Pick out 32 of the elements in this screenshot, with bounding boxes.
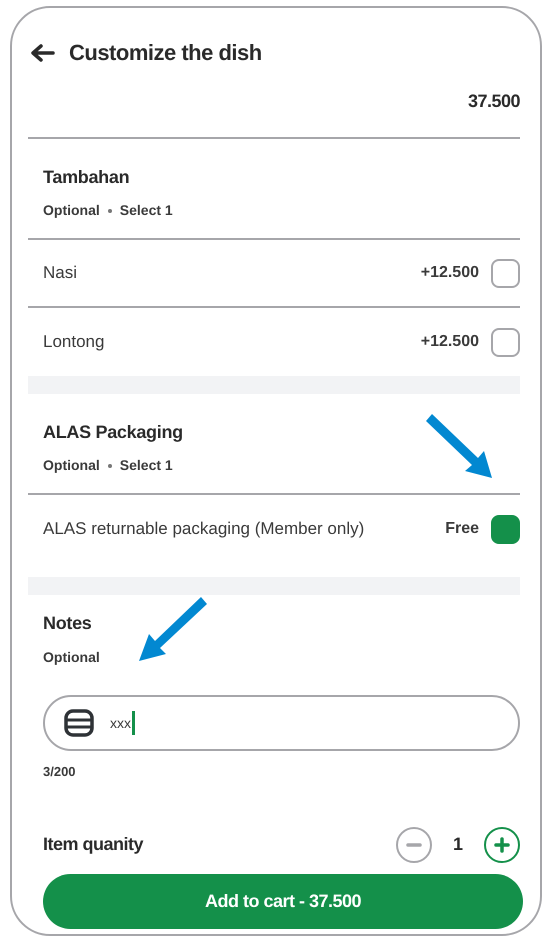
plus-icon xyxy=(494,836,510,852)
pointer-arrow-drawing xyxy=(139,595,207,663)
increase-button[interactable] xyxy=(484,826,520,862)
section-title: Tambahan xyxy=(43,166,130,189)
character-counter: 3/200 xyxy=(43,763,77,781)
pointer-arrow-drawing xyxy=(426,412,494,480)
option-price: +12.500 xyxy=(420,263,479,283)
requirement-text: Optional xyxy=(43,648,101,667)
selection-rule: Select 1 xyxy=(120,456,173,475)
option-label: Lontong xyxy=(43,331,106,354)
option-price: Free xyxy=(445,519,479,539)
back-button[interactable] xyxy=(29,42,55,64)
requirement-text: Optional xyxy=(43,201,100,220)
section-title: ALAS Packaging xyxy=(43,421,184,444)
section-title: Notes xyxy=(43,612,93,635)
checkbox[interactable] xyxy=(491,514,520,544)
quantity-label: Item quanity xyxy=(43,833,144,856)
option-label: Nasi xyxy=(43,262,78,284)
page-title: Customize the dish xyxy=(69,39,262,67)
minus-icon xyxy=(406,842,422,846)
base-price: 37.500 xyxy=(468,90,520,113)
selection-rule: Select 1 xyxy=(120,201,173,220)
quantity-value: 1 xyxy=(452,833,464,856)
option-label: ALAS returnable packaging (Member only) xyxy=(43,518,366,540)
checkbox[interactable] xyxy=(491,258,520,288)
notes-icon xyxy=(64,709,94,737)
checkbox[interactable] xyxy=(491,328,520,356)
option-price: +12.500 xyxy=(420,332,479,352)
requirement-text: Optional xyxy=(43,456,100,475)
notes-input-field[interactable]: xxx xyxy=(43,695,520,751)
input-value: xxx xyxy=(110,711,135,735)
add-to-cart-button[interactable]: Add to cart - 37.500 xyxy=(43,874,523,928)
